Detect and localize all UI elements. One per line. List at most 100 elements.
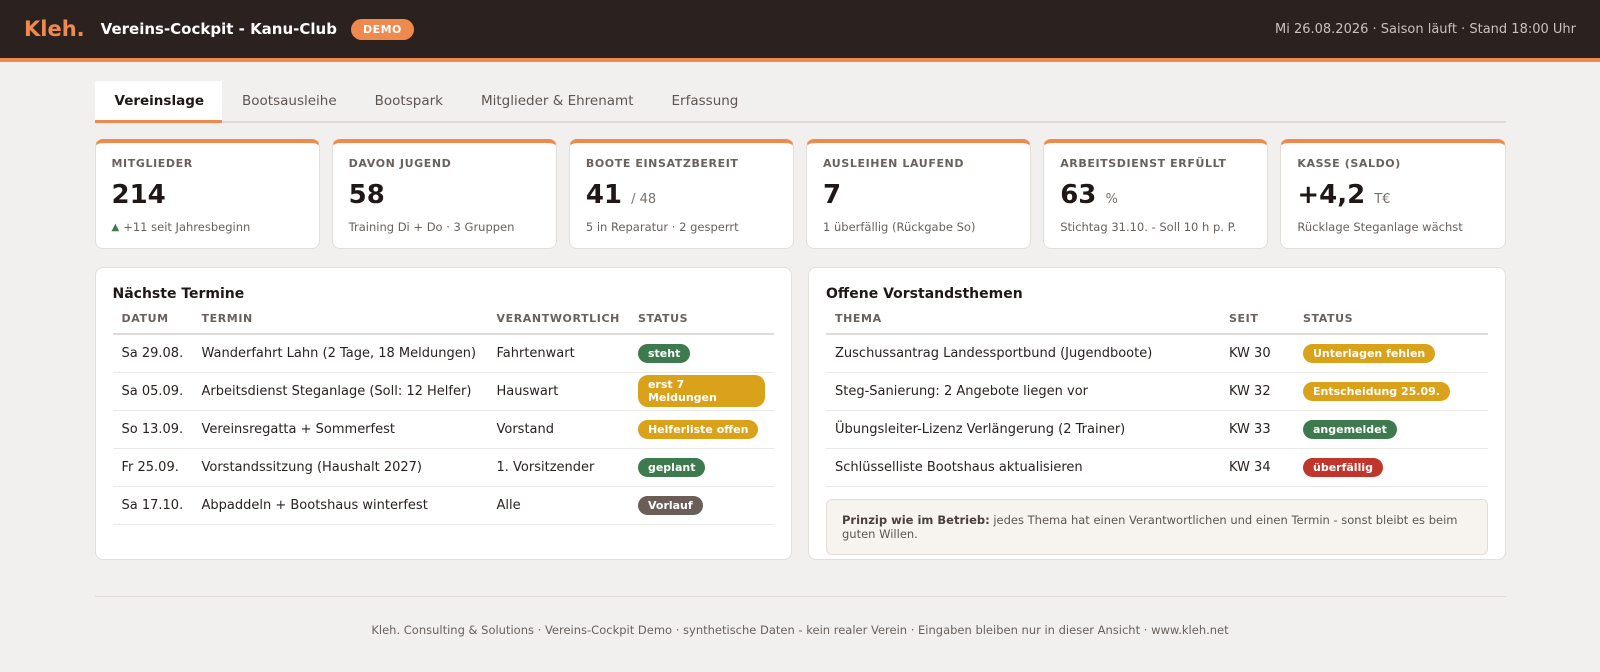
- cell-datum: Sa 29.08.: [112, 334, 193, 373]
- cell-status: überfällig: [1294, 448, 1488, 487]
- status-badge: steht: [637, 343, 691, 363]
- kpi-label: KASSE (SALDO): [1297, 157, 1401, 170]
- table-row[interactable]: So 13.09. Vereinsregatta + Sommerfest Vors…: [112, 410, 774, 449]
- kpi-sub: Stichtag 31.10. - Soll 10 h p. P.: [1060, 220, 1237, 234]
- table-row[interactable]: Fr 25.09. Vorstandssitzung (Haushalt 2027…: [112, 448, 774, 487]
- cell-verantwortlich: Fahrtenwart: [487, 334, 629, 373]
- cell-thema: Übungsleiter-Lizenz Verlängerung (2 Trai…: [826, 410, 1220, 449]
- kpi-number: 41: [585, 180, 623, 210]
- table-row[interactable]: Sa 17.10. Abpaddeln + Bootshaus winterfes…: [112, 486, 774, 525]
- table-row[interactable]: Sa 05.09. Arbeitsdienst Steganlage (Soll:…: [112, 372, 774, 411]
- table-row[interactable]: Schlüsselliste Bootshaus aktualisieren KW…: [826, 448, 1488, 487]
- kpi-value: +4,2 T€: [1297, 180, 1488, 210]
- cell-termin: Wanderfahrt Lahn (2 Tage, 18 Meldungen): [192, 334, 488, 373]
- logo[interactable]: Kleh.: [24, 17, 85, 41]
- cell-datum: Fr 25.09.: [112, 448, 193, 487]
- cell-datum: Sa 05.09.: [112, 372, 193, 411]
- termine-table: DATUM TERMIN VERANTWORTLICH STATUS Sa 29…: [112, 312, 774, 525]
- kpi-label: AUSLEIHEN LAUFEND: [823, 157, 965, 170]
- kpi-label: DAVON JUGEND: [348, 157, 452, 170]
- kpi-unit: %: [1105, 192, 1118, 207]
- column-header[interactable]: STATUS: [1294, 312, 1488, 335]
- tab-bootspark[interactable]: Bootspark: [355, 81, 461, 121]
- column-header[interactable]: THEMA: [826, 312, 1220, 335]
- header-status: Mi 26.08.2026 · Saison läuft · Stand 18:…: [1274, 21, 1576, 37]
- kpi-value: 58: [349, 180, 540, 210]
- cell-seit: KW 34: [1220, 448, 1294, 487]
- cell-thema: Steg-Sanierung: 2 Angebote liegen vor: [826, 372, 1220, 411]
- cell-termin: Vorstandssitzung (Haushalt 2027): [192, 448, 488, 487]
- cell-status: angemeldet: [1294, 410, 1488, 449]
- kpi-unit: T€: [1374, 192, 1391, 207]
- cell-verantwortlich: Hauswart: [487, 372, 629, 411]
- cell-status: Vorlauf: [628, 486, 774, 525]
- status-badge: Entscheidung 25.09.: [1303, 381, 1450, 401]
- demo-badge: DEMO: [350, 18, 414, 40]
- table-row[interactable]: Steg-Sanierung: 2 Angebote liegen vor KW …: [826, 372, 1488, 411]
- cell-termin: Arbeitsdienst Steganlage (Soll: 12 Helfe…: [192, 372, 488, 411]
- cell-status: erst 7 Meldungen: [628, 372, 774, 411]
- cell-seit: KW 33: [1220, 410, 1294, 449]
- kpi-label: BOOTE EINSATZBEREIT: [585, 157, 739, 170]
- column-header[interactable]: SEIT: [1220, 312, 1294, 335]
- kpi-sub: 1 überfällig (Rückgabe So): [823, 220, 976, 234]
- kpi-sub-text: +11 seit Jahresbeginn: [123, 220, 251, 234]
- column-header[interactable]: VERANTWORTLICH: [487, 312, 629, 335]
- kpi-card-ausleihen: AUSLEIHEN LAUFEND 7 1 überfällig (Rückga…: [806, 139, 1032, 249]
- cell-termin: Vereinsregatta + Sommerfest: [192, 410, 488, 449]
- kpi-number: 214: [111, 180, 166, 210]
- table-row[interactable]: Sa 29.08. Wanderfahrt Lahn (2 Tage, 18 Me…: [112, 334, 774, 373]
- kpi-number: 63: [1060, 180, 1097, 210]
- kpi-card-arbeitsdienst: ARBEITSDIENST ERFÜLLT 63 % Stichtag 31.1…: [1043, 139, 1269, 249]
- column-header[interactable]: STATUS: [628, 312, 774, 335]
- kpi-card-boote: BOOTE EINSATZBEREIT 41 / 48 5 in Reparat…: [568, 139, 795, 249]
- cell-thema: Schlüsselliste Bootshaus aktualisieren: [826, 448, 1220, 487]
- cell-seit: KW 30: [1220, 334, 1294, 373]
- panel-title: Offene Vorstandsthemen: [826, 286, 1023, 302]
- kpi-number: +4,2: [1297, 180, 1366, 210]
- cell-status: Entscheidung 25.09.: [1294, 372, 1488, 411]
- panel-title: Nächste Termine: [112, 286, 245, 302]
- tab-erfassung[interactable]: Erfassung: [652, 81, 757, 121]
- cell-verantwortlich: Alle: [487, 486, 629, 525]
- note-strong: Prinzip wie im Betrieb:: [842, 512, 990, 527]
- tab-bootsausleihe[interactable]: Bootsausleihe: [222, 81, 355, 121]
- status-badge: Vorlauf: [637, 495, 703, 515]
- kpi-value: 7: [823, 180, 1014, 210]
- table-row[interactable]: Zuschussantrag Landessportbund (Jugendbo…: [826, 334, 1488, 373]
- kpi-value: 41 / 48: [586, 180, 777, 210]
- cell-status: Unterlagen fehlen: [1294, 334, 1488, 373]
- panels-row: Nächste Termine DATUM TERMIN VERANTWORTL…: [94, 267, 1506, 560]
- themen-table: THEMA SEIT STATUS Zuschussantrag Landess…: [826, 312, 1488, 487]
- cell-thema: Zuschussantrag Landessportbund (Jugendbo…: [826, 334, 1220, 373]
- footer: Kleh. Consulting & Solutions · Vereins-C…: [94, 596, 1506, 637]
- kpi-card-jugend: DAVON JUGEND 58 Training Di + Do · 3 Gru…: [331, 139, 557, 249]
- tab-mitglieder-ehrenamt[interactable]: Mitglieder & Ehrenamt: [461, 81, 652, 121]
- kpi-card-mitglieder: MITGLIEDER 214 ▲ +11 seit Jahresbeginn: [94, 139, 320, 249]
- cell-datum: Sa 17.10.: [112, 486, 193, 525]
- table-header-row: DATUM TERMIN VERANTWORTLICH STATUS: [112, 312, 774, 335]
- top-bar: Kleh. Vereins-Cockpit - Kanu-Club DEMO M…: [0, 0, 1600, 62]
- cell-datum: So 13.09.: [112, 410, 193, 449]
- column-header[interactable]: DATUM: [112, 312, 193, 335]
- kpi-sub: ▲ +11 seit Jahresbeginn: [112, 220, 303, 234]
- status-badge: angemeldet: [1303, 419, 1397, 439]
- kpi-number: 7: [823, 180, 842, 210]
- table-row[interactable]: Übungsleiter-Lizenz Verlängerung (2 Trai…: [826, 410, 1488, 449]
- kpi-sub: 5 in Reparatur · 2 gesperrt: [585, 220, 739, 234]
- kpi-number: 58: [348, 180, 385, 210]
- tab-vereinslage[interactable]: Vereinslage: [94, 81, 223, 123]
- kpi-unit: / 48: [631, 192, 657, 207]
- cell-status: steht: [628, 334, 774, 373]
- kpi-label: ARBEITSDIENST ERFÜLLT: [1060, 157, 1227, 170]
- status-badge: überfällig: [1303, 457, 1383, 477]
- cell-verantwortlich: 1. Vorsitzender: [487, 448, 629, 487]
- kpi-value: 63 %: [1060, 180, 1251, 210]
- app-title: Vereins-Cockpit - Kanu-Club: [100, 20, 337, 38]
- principle-note: Prinzip wie im Betrieb: jedes Thema hat …: [826, 498, 1488, 555]
- cell-status: geplant: [628, 448, 774, 487]
- tab-bar: Vereinslage Bootsausleihe Bootspark Mitg…: [94, 81, 1506, 123]
- column-header[interactable]: TERMIN: [192, 312, 488, 335]
- status-badge: erst 7 Meldungen: [637, 375, 765, 407]
- triangle-up-icon: ▲: [111, 221, 120, 233]
